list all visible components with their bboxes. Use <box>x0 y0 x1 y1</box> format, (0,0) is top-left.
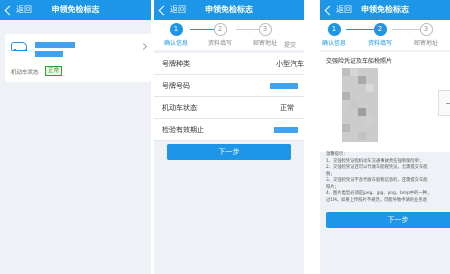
step-label: 提交 <box>284 42 297 49</box>
photo-pixel <box>342 124 350 132</box>
next-button[interactable]: 下一步 <box>167 144 291 160</box>
photo-pixel <box>358 76 366 84</box>
car-icon <box>11 42 27 51</box>
step-3: 3 邮寄地址 <box>245 23 285 47</box>
row-value: 小型汽车 <box>276 60 304 68</box>
row-value: 正常 <box>280 104 294 112</box>
add-photo-button[interactable] <box>438 90 450 116</box>
step-label: 确认信息 <box>321 40 346 47</box>
chevron-right-icon <box>139 42 148 51</box>
photo-pixel <box>358 108 366 116</box>
plate-number-redacted <box>270 83 298 89</box>
step-2: 2 资料填写 <box>360 23 400 47</box>
step-number: 3 <box>419 23 433 36</box>
photo-pixel <box>366 116 374 124</box>
step-label: 资料填写 <box>367 40 392 47</box>
photo-pixel <box>350 68 358 76</box>
plate-number-redacted <box>35 42 75 48</box>
photo-pixel <box>350 100 358 108</box>
step-number: 1 <box>169 23 183 36</box>
info-row: 检验有效期止 <box>154 119 304 141</box>
plate-type-redacted <box>35 51 63 57</box>
confirm-info-screen: 返回 申领免检标志 1 确认信息 2 资料填写 3 邮寄地址 提交 号牌种类 小… <box>154 0 304 274</box>
nav-bar: 返回 申领免检标志 <box>154 0 304 20</box>
upload-title: 交强险凭证及车船税照片 <box>326 58 393 65</box>
info-row: 号牌种类 小型汽车 <box>154 53 304 75</box>
nav-bar: 返回 申领免检标志 <box>0 0 151 20</box>
step-1: 1 确认信息 <box>156 23 196 47</box>
photo-pixel <box>366 84 374 92</box>
nav-bar: 返回 申领免检标志 <box>320 0 450 20</box>
uploaded-photo-thumbnail[interactable] <box>342 68 378 142</box>
photo-pixel <box>358 132 366 140</box>
info-row: 号牌号码 <box>154 75 304 97</box>
step-2: 2 资料填写 <box>200 23 240 47</box>
status-badge: 正常 <box>45 66 63 76</box>
step-4: 提交 <box>284 23 304 49</box>
step-3: 3 邮寄地址 <box>406 23 446 47</box>
info-row: 机动车状态 正常 <box>154 97 304 119</box>
row-key: 机动车状态 <box>162 104 197 112</box>
notice-line: 过1M。如果上传照片不规范，可能导致申请的业务退 <box>326 197 427 203</box>
notice-text: 温馨提示： 1、交强险凭证指机动车交通事故责任强制保险单； 2、交强险凭证还可以… <box>326 152 450 204</box>
step-label: 邮寄地址 <box>413 40 438 47</box>
step-number: 1 <box>327 23 341 36</box>
step-label: 资料填写 <box>207 40 232 47</box>
vehicle-card[interactable]: 机动车状态 正常 <box>5 34 151 82</box>
vehicle-info-table: 号牌种类 小型汽车 号牌号码 机动车状态 正常 检验有效期止 <box>154 53 304 141</box>
step-number: 2 <box>373 23 387 36</box>
page-title: 申领免检标志 <box>361 5 409 14</box>
expiry-date-redacted <box>274 127 298 133</box>
next-button[interactable]: 下一步 <box>326 212 450 228</box>
upload-info-screen: 返回 申领免检标志 1 确认信息 2 资料填写 3 邮寄地址 交强险凭证及车船税… <box>320 0 450 274</box>
step-number: 3 <box>258 23 272 36</box>
step-indicator: 1 确认信息 2 资料填写 3 邮寄地址 <box>320 20 450 50</box>
page-title: 申领免检标志 <box>205 5 253 14</box>
step-indicator: 1 确认信息 2 资料填写 3 邮寄地址 提交 <box>154 20 304 50</box>
vehicle-status-label: 机动车状态 <box>11 70 39 76</box>
step-1: 1 确认信息 <box>320 23 354 47</box>
vehicle-list-screen: 返回 申领免检标志 机动车状态 正常 <box>0 0 151 274</box>
photo-pixel <box>342 92 350 100</box>
step-label: 确认信息 <box>163 40 188 47</box>
row-key: 检验有效期止 <box>162 126 204 134</box>
step-number: 2 <box>213 23 227 36</box>
step-label: 邮寄地址 <box>252 40 277 47</box>
row-key: 号牌号码 <box>162 82 190 90</box>
page-title: 申领免检标志 <box>51 5 100 14</box>
photo-upload-section: 交强险凭证及车船税照片 <box>320 52 450 152</box>
row-key: 号牌种类 <box>162 60 190 68</box>
photo-pixel <box>342 68 350 76</box>
